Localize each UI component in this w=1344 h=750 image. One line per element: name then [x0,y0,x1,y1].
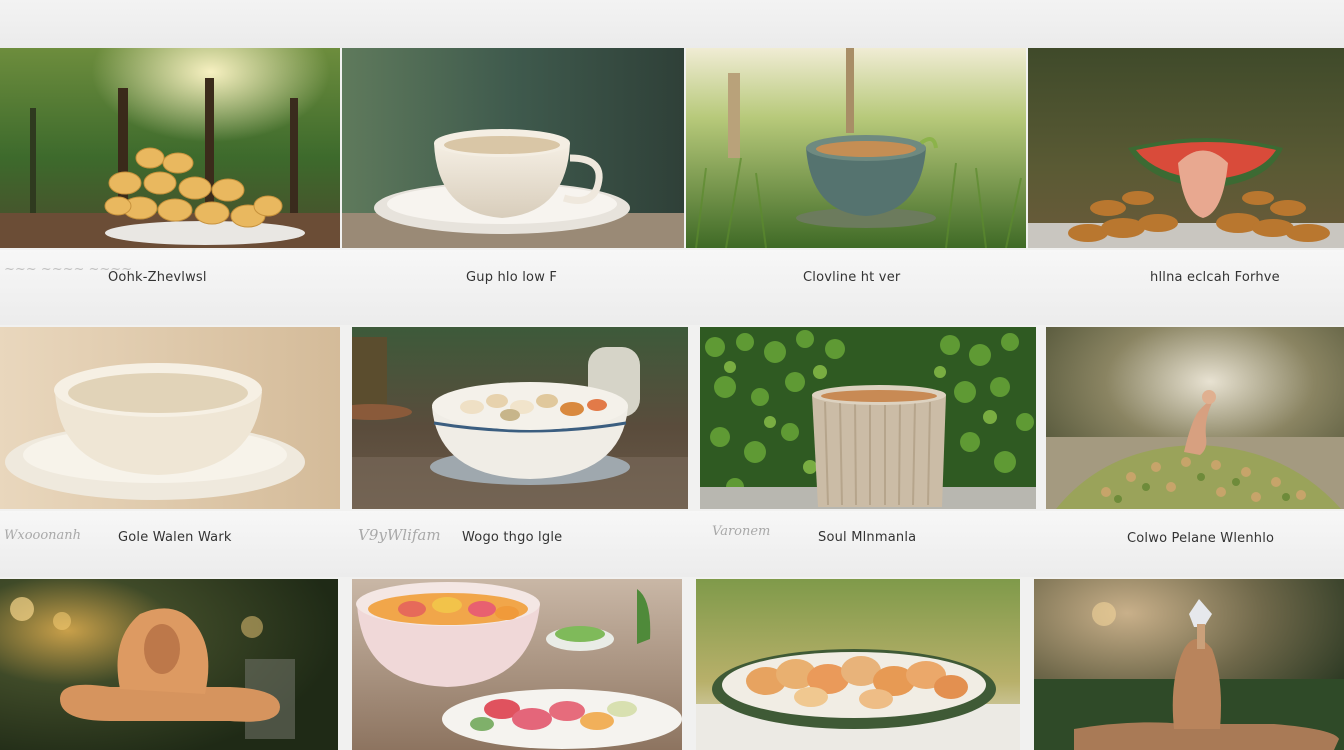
caption-image-7[interactable]: Soul Mlnmanla [818,530,916,545]
gallery-image-melon-platter[interactable] [1028,48,1344,248]
caption-image-3[interactable]: Clovline ht ver [803,270,900,285]
gallery-image-plated-dumplings[interactable] [696,579,1020,750]
top-bar [0,0,1344,48]
image-gallery-page: ~~~ ~~~~ ~~~~ Oohk-Zhevlwsl Gup hlo low … [0,0,1344,750]
gallery-image-grain-figure[interactable] [1046,327,1344,509]
caption-image-2[interactable]: Gup hlo low F [466,270,557,285]
caption-image-8[interactable]: Colwo Pelane Wlenhlo [1127,531,1274,546]
gallery-image-garden-figure[interactable] [0,579,338,750]
decorative-scribble: Varonem [712,524,771,539]
gallery-image-forest-pastries[interactable] [0,48,340,248]
caption-image-4[interactable]: hllna eclcah Forhve [1150,270,1280,285]
decorative-scribble: V9yWlifam [358,526,441,544]
gallery-image-cream-bowl[interactable] [0,327,340,509]
gallery-image-leaf-cup[interactable] [700,327,1036,509]
decorative-scribble: Wxooonanh [4,528,82,543]
gallery-image-stretching-figure[interactable] [1034,579,1344,750]
gallery-image-tea-cup[interactable] [342,48,684,248]
caption-image-1[interactable]: Oohk-Zhevlwsl [108,270,207,285]
caption-band-row1 [0,250,1344,325]
gallery-image-grass-bowl[interactable] [686,48,1026,248]
gallery-image-fruit-bowl[interactable] [352,579,682,750]
caption-image-6[interactable]: Wogo thgo lgle [462,530,562,545]
caption-image-5[interactable]: Gole Walen Wark [118,530,232,545]
gallery-image-porridge-bowl[interactable] [352,327,688,509]
